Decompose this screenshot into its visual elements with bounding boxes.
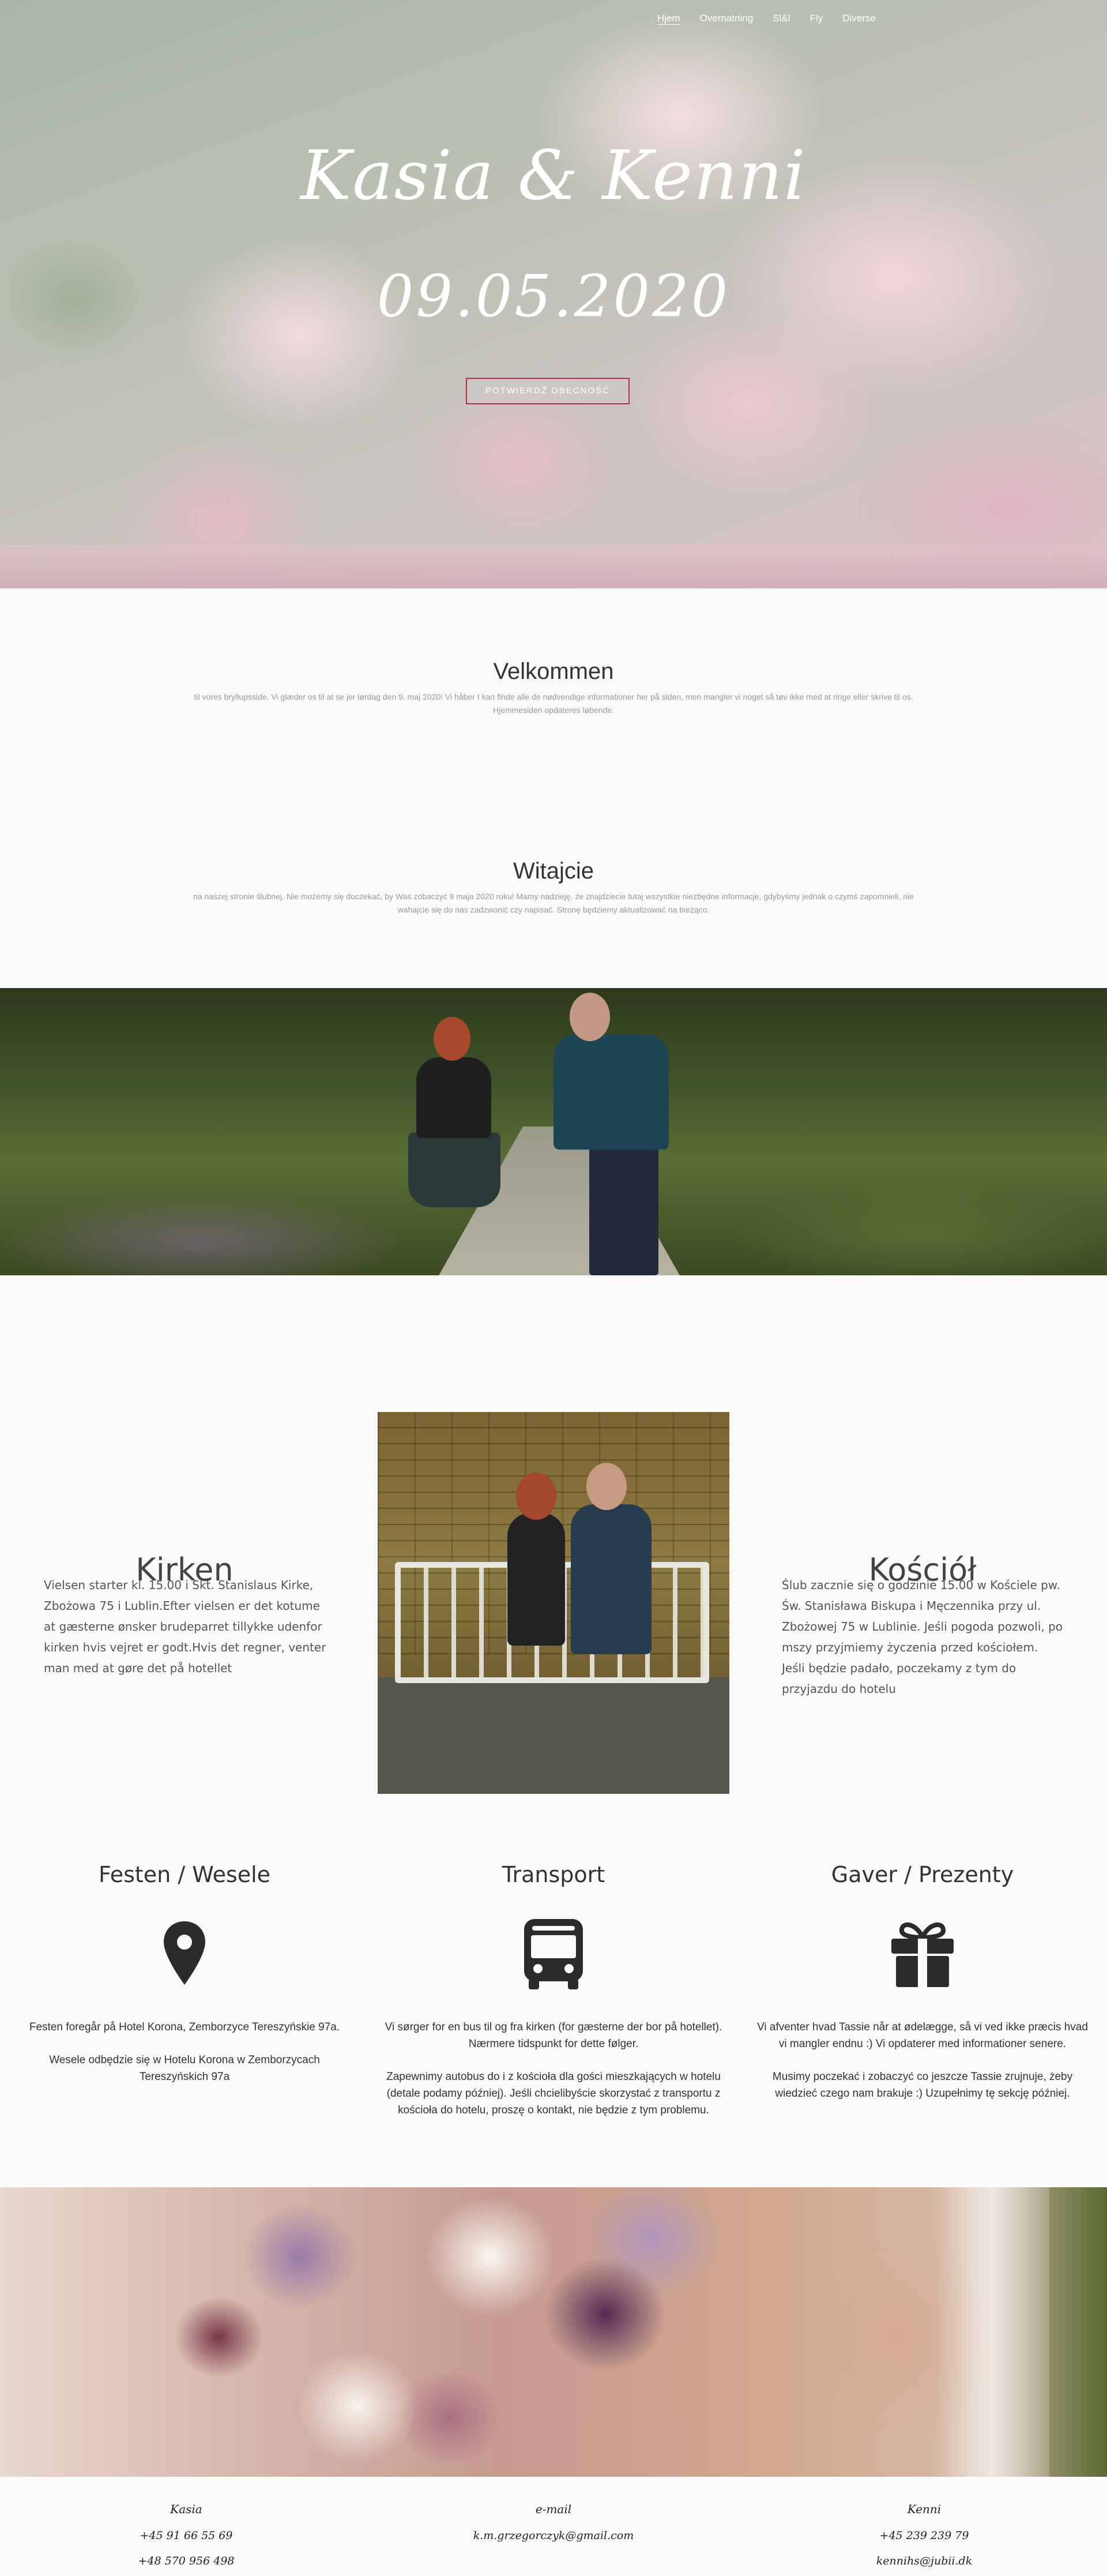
contact-kenni: Kenni +45 239 239 79 kennihs@jubii.dk [780, 2502, 1068, 2574]
nav-item-sl-l[interactable]: Sl&l [773, 13, 790, 25]
info-paragraph: Musimy poczekać i zobaczyć co jeszcze Ta… [772, 2071, 1073, 2100]
info-paragraph: Vi afventer hvad Tassie når at ødelægge,… [757, 2021, 1088, 2050]
couple-bench-photo [378, 1412, 729, 1794]
welcome-da-section: Velkommen til vores bryllupsside. Vi glæ… [173, 659, 934, 717]
hero-section: Hjem Overnatning Sl&l Fly Diverse Kasia … [0, 0, 1107, 588]
welcome-da-text: til vores bryllupsside. Vi glæder os til… [194, 692, 913, 715]
contact-phone[interactable]: +45 91 66 55 69 [42, 2523, 330, 2548]
info-paragraph: Wesele odbędzie się w Hotelu Korona w Ze… [49, 2054, 320, 2083]
wedding-date: 09.05.2020 [376, 262, 731, 330]
info-text-gifts: Vi afventer hvad Tassie når at ødelægge,… [750, 2019, 1095, 2102]
nav-item-overnatning[interactable]: Overnatning [700, 13, 754, 25]
bus-icon [519, 1916, 588, 1991]
info-column-gifts: Gaver / Prezenty Vi afventer hvad Tassie… [750, 1862, 1095, 2118]
main-nav: Hjem Overnatning Sl&l Fly Diverse [657, 13, 876, 25]
welcome-pl-section: Witajcie na naszej stronie ślubnej. Nie … [173, 858, 934, 917]
contact-email: e-mail k.m.grzegorczyk@gmail.com [409, 2502, 698, 2548]
info-paragraph: Zapewnimy autobus do i z kościoła dla go… [386, 2071, 721, 2116]
contact-name: e-mail [535, 2502, 572, 2516]
contact-email-address[interactable]: kennihs@jubii.dk [780, 2548, 1068, 2574]
bouquet-photo [0, 2187, 1107, 2477]
contact-phone[interactable]: +45 239 239 79 [780, 2523, 1068, 2548]
info-column-party: Festen / Wesele Festen foregår på Hotel … [12, 1862, 357, 2101]
info-text-transport: Vi sørger for en bus til og fra kirken (… [381, 2019, 726, 2119]
contact-kasia: Kasia +45 91 66 55 69 +48 570 956 498 [42, 2502, 330, 2574]
couple-walking-photo [0, 988, 1107, 1275]
contact-email-address[interactable]: k.m.grzegorczyk@gmail.com [409, 2523, 698, 2548]
photo-veil [934, 2187, 1049, 2477]
contact-phone[interactable]: +48 570 956 498 [42, 2548, 330, 2574]
church-text-da: Vielsen starter kl. 15.00 i Skt. Stanisl… [44, 1578, 326, 1675]
welcome-da-title: Velkommen [493, 659, 614, 684]
info-paragraph: Festen foregår på Hotel Korona, Zemborzy… [29, 2021, 340, 2033]
couple-names: Kasia & Kenni [300, 136, 807, 215]
info-column-transport: Transport Vi sørger for en bus til og fr… [381, 1862, 726, 2135]
map-pin-icon [150, 1916, 219, 1991]
rsvp-button[interactable]: Potwierdź obecność [466, 378, 630, 404]
contact-name: Kasia [170, 2502, 202, 2516]
contact-name: Kenni [907, 2502, 942, 2516]
info-title-transport: Transport [502, 1862, 605, 1887]
church-text-pl: Ślub zacznie się o godzinie 15.00 w Kośc… [782, 1578, 1063, 1696]
info-title-party: Festen / Wesele [98, 1862, 271, 1887]
nav-item-hjem[interactable]: Hjem [657, 13, 680, 25]
nav-item-fly[interactable]: Fly [810, 13, 823, 25]
welcome-pl-text: na naszej stronie ślubnej. Nie możemy si… [193, 892, 914, 914]
hero-bottom-band [0, 545, 1107, 588]
welcome-pl-title: Witajcie [513, 858, 594, 884]
gift-icon [888, 1916, 957, 1991]
info-text-party: Festen foregår på Hotel Korona, Zemborzy… [12, 2019, 357, 2085]
nav-item-diverse[interactable]: Diverse [842, 13, 876, 25]
info-title-gifts: Gaver / Prezenty [831, 1862, 1014, 1887]
info-paragraph: Vi sørger for en bus til og fra kirken (… [385, 2021, 722, 2050]
